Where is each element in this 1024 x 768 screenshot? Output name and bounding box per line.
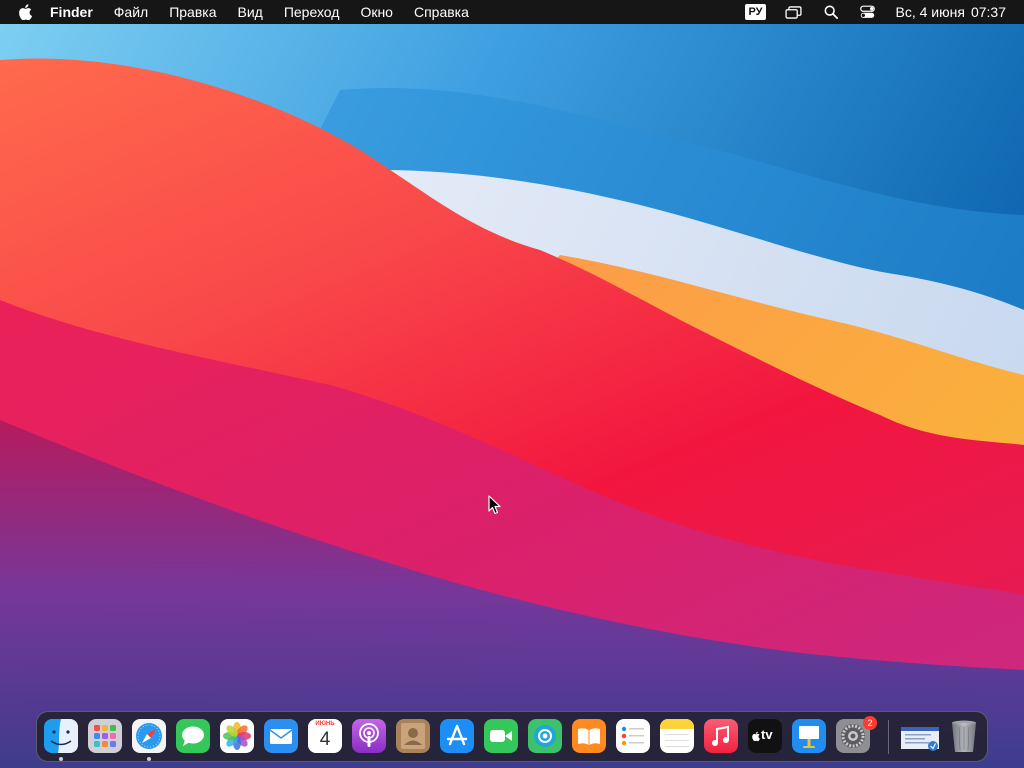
dock-trash-icon[interactable]	[947, 719, 981, 753]
notification-badge: 2	[863, 716, 877, 730]
clock-date: Вс, 4 июня	[895, 4, 965, 20]
dock-keynote-icon[interactable]	[792, 719, 826, 753]
dock: ИЮНЬ 4 tv 2	[36, 711, 988, 762]
dock-reminders-icon[interactable]	[616, 719, 650, 753]
dock-facetime-icon[interactable]	[484, 719, 518, 753]
dock-music-icon[interactable]	[704, 719, 738, 753]
menu-window[interactable]: Окно	[360, 4, 393, 20]
desktop-wallpaper	[0, 0, 1024, 768]
control-center-icon[interactable]	[859, 3, 877, 21]
dock-downloads-stack-icon[interactable]	[899, 719, 941, 753]
dock-contacts-icon[interactable]	[396, 719, 430, 753]
dock-podcasts-icon[interactable]	[352, 719, 386, 753]
menu-app-finder[interactable]: Finder	[50, 4, 93, 20]
mouse-cursor-icon	[488, 495, 501, 515]
menu-bar: Finder Файл Правка Вид Переход Окно Спра…	[0, 0, 1024, 24]
calendar-month: ИЮНЬ	[315, 721, 335, 727]
apple-logo-icon[interactable]	[18, 3, 36, 21]
dock-app-store-icon[interactable]	[440, 719, 474, 753]
menu-edit[interactable]: Правка	[169, 4, 216, 20]
apple-tv-label: tv	[761, 727, 773, 742]
dock-divider	[888, 720, 889, 754]
running-indicator	[147, 757, 151, 761]
dock-find-my-icon[interactable]	[528, 719, 562, 753]
dock-messages-icon[interactable]	[176, 719, 210, 753]
menu-file[interactable]: Файл	[114, 4, 148, 20]
menu-help[interactable]: Справка	[414, 4, 469, 20]
screen-mirroring-icon[interactable]	[785, 3, 803, 21]
dock-books-icon[interactable]	[572, 719, 606, 753]
dock-apple-tv-icon[interactable]: tv	[748, 719, 782, 753]
dock-photos-icon[interactable]	[220, 719, 254, 753]
running-indicator	[59, 757, 63, 761]
search-icon[interactable]	[822, 3, 840, 21]
menubar-clock[interactable]: Вс, 4 июня 07:37	[896, 4, 1006, 20]
dock-finder-icon[interactable]	[44, 719, 78, 753]
dock-mail-icon[interactable]	[264, 719, 298, 753]
dock-safari-icon[interactable]	[132, 719, 166, 753]
clock-time: 07:37	[970, 4, 1006, 20]
dock-launchpad-icon[interactable]	[88, 719, 122, 753]
dock-notes-icon[interactable]	[660, 719, 694, 753]
dock-calendar-icon[interactable]: ИЮНЬ 4	[308, 719, 342, 753]
calendar-day: 4	[319, 729, 331, 750]
input-language-indicator[interactable]: РУ	[745, 4, 766, 20]
menu-view[interactable]: Вид	[238, 4, 263, 20]
menu-go[interactable]: Переход	[284, 4, 340, 20]
